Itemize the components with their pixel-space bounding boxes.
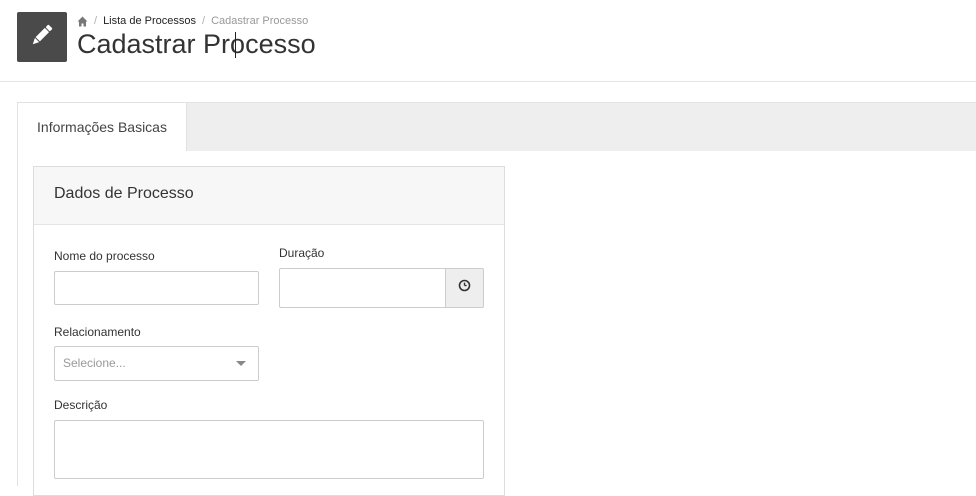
home-icon[interactable]	[77, 16, 88, 27]
panel-title: Dados de Processo	[34, 167, 504, 225]
descricao-textarea[interactable]	[54, 420, 484, 479]
text-cursor	[235, 32, 236, 58]
duracao-clock-button[interactable]	[445, 268, 484, 308]
header-icon-box	[17, 12, 67, 62]
page-header: / Lista de Processos / Cadastrar Process…	[0, 0, 976, 82]
chevron-down-icon	[236, 361, 246, 366]
breadcrumb-separator: /	[94, 15, 98, 27]
breadcrumb-separator: /	[202, 15, 206, 27]
descricao-label: Descrição	[54, 398, 108, 412]
nome-processo-label: Nome do processo	[54, 249, 155, 263]
clock-icon	[458, 279, 471, 297]
duracao-input[interactable]	[279, 268, 446, 308]
relacionamento-label: Relacionamento	[54, 325, 141, 339]
pencil-icon	[28, 21, 56, 54]
page-title: Cadastrar Processo	[77, 29, 316, 59]
breadcrumb: / Lista de Processos / Cadastrar Process…	[77, 14, 308, 28]
tabs-bar: Informações Basicas	[17, 102, 976, 152]
duracao-label: Duração	[279, 246, 325, 260]
relacionamento-select[interactable]: Selecione...	[54, 346, 259, 381]
breadcrumb-current: Cadastrar Processo	[211, 15, 309, 27]
relacionamento-placeholder: Selecione...	[63, 356, 126, 370]
nome-processo-input[interactable]	[54, 271, 259, 305]
breadcrumb-link-lista-processos[interactable]: Lista de Processos	[103, 14, 196, 28]
tab-informacoes-basicas[interactable]: Informações Basicas	[17, 102, 187, 152]
